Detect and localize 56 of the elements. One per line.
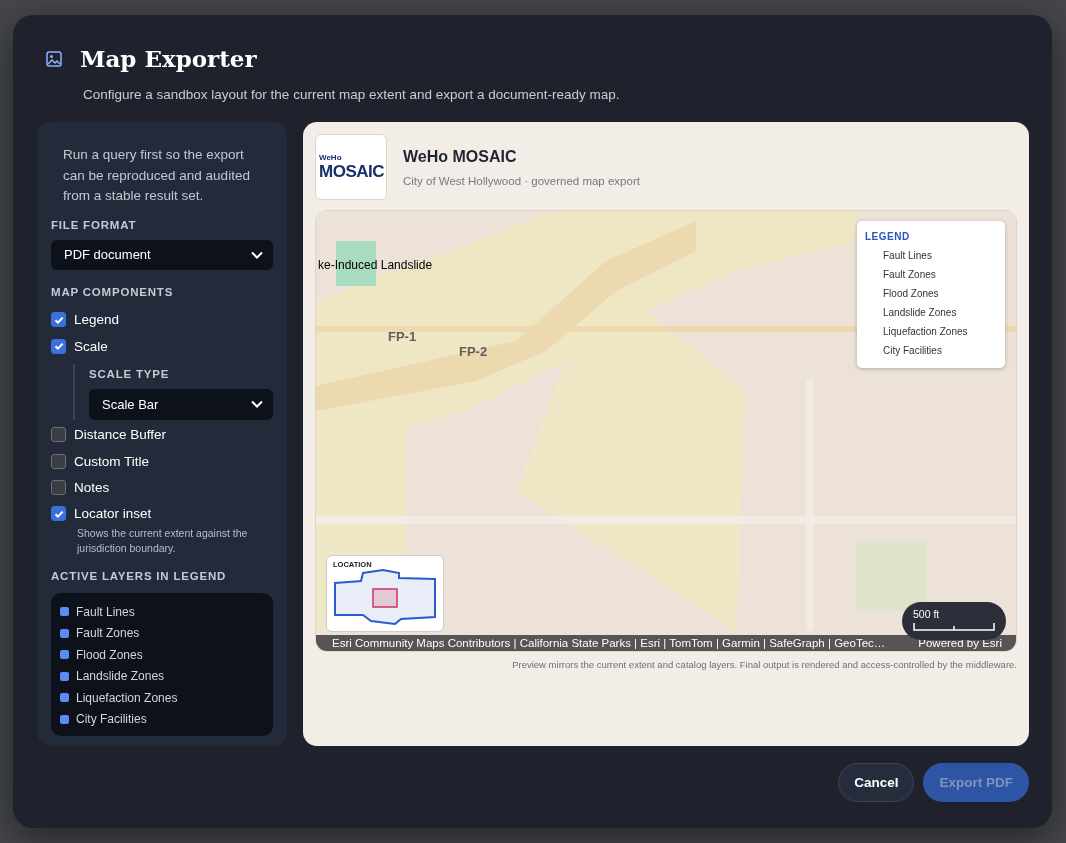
brand-tagline: City of West Hollywood · governed map export <box>403 174 640 187</box>
legend-item: Landslide Zones <box>882 306 958 320</box>
checkbox-label: Scale <box>74 338 108 354</box>
dialog-title: Map Exporter <box>80 45 257 72</box>
layer-name: Fault Zones <box>76 626 140 641</box>
legend-item: Liquefaction Zones <box>882 325 969 339</box>
checkbox-row[interactable]: Distance Buffer <box>51 421 273 448</box>
checkbox[interactable] <box>51 338 66 354</box>
checkmark-icon <box>52 340 65 353</box>
image-icon <box>46 50 62 67</box>
map-feature-label: FP-2 <box>459 344 488 359</box>
section-label: MAP COMPONENTS <box>51 285 175 298</box>
checkbox[interactable] <box>51 312 66 328</box>
checkbox-label: Custom Title <box>74 453 150 469</box>
chevron-down-icon <box>251 400 263 409</box>
file-format-dropdown[interactable]: PDF document <box>51 239 273 270</box>
layer-name: Flood Zones <box>76 647 143 662</box>
scale-label: 500 ft <box>913 608 941 620</box>
checkbox-label: Distance Buffer <box>74 427 167 443</box>
checkbox-row[interactable]: Scale <box>51 333 273 360</box>
scale-type-dropdown[interactable]: Scale Bar <box>89 388 273 420</box>
checkbox-label: Legend <box>74 312 120 328</box>
scale-ruler-icon <box>913 623 995 631</box>
legend-item: Fault Lines <box>882 249 933 263</box>
notice-text: Run a query first so the export can be reproduced and audited from a stable result set. <box>62 146 251 205</box>
section-label: SCALE TYPE <box>89 367 171 380</box>
checkbox[interactable] <box>51 427 66 443</box>
checkbox[interactable] <box>51 453 66 469</box>
layer-name: Liquefaction Zones <box>76 690 178 705</box>
legend-item: Fault Zones <box>882 268 937 282</box>
layer-name: Landslide Zones <box>76 669 165 684</box>
dialog-subtitle: Configure a sandbox layout for the current map extent and export a document-ready map. <box>83 87 621 102</box>
checkbox-row[interactable]: Custom Title <box>51 447 273 475</box>
checkbox[interactable] <box>51 479 66 495</box>
map-feature-label: FP-1 <box>388 329 417 344</box>
checkbox-label: Locator inset <box>74 506 152 522</box>
checkbox-row[interactable]: Locator inset <box>51 500 273 528</box>
legend-item: Flood Zones <box>882 287 940 301</box>
brand-name: WeHo MOSAIC <box>403 147 518 166</box>
checkbox-row[interactable]: Notes <box>51 474 273 501</box>
layer-name: City Facilities <box>76 712 147 727</box>
checkbox-label: Notes <box>74 479 110 495</box>
attribution-text: Esri Community Maps Contributors | California State Parks | Esri | TomTom | Garmin | SafeGraph | GeoTec… <box>332 637 886 649</box>
section-label: ACTIVE LAYERS IN LEGEND <box>51 570 228 583</box>
legend-title: LEGEND <box>865 231 911 242</box>
preview-footnote: Preview mirrors the current extent and catalog layers. Final output is rendered and access-controlled by the middleware. <box>511 659 1017 670</box>
map-feature-label: ke-Induced Landslide <box>318 258 433 272</box>
layer-name: Fault Lines <box>76 604 135 619</box>
checkbox-row[interactable]: Legend <box>51 306 273 334</box>
chevron-down-icon <box>251 250 263 259</box>
checkbox[interactable] <box>51 506 66 522</box>
legend-item: City Facilities <box>882 344 943 358</box>
cancel-button[interactable]: Cancel <box>838 763 915 802</box>
section-label: FILE FORMAT <box>51 218 138 231</box>
hint-text: Shows the current extent against the jurisdiction boundary. <box>75 526 249 557</box>
logo: WeHo MOSAIC <box>315 134 387 200</box>
